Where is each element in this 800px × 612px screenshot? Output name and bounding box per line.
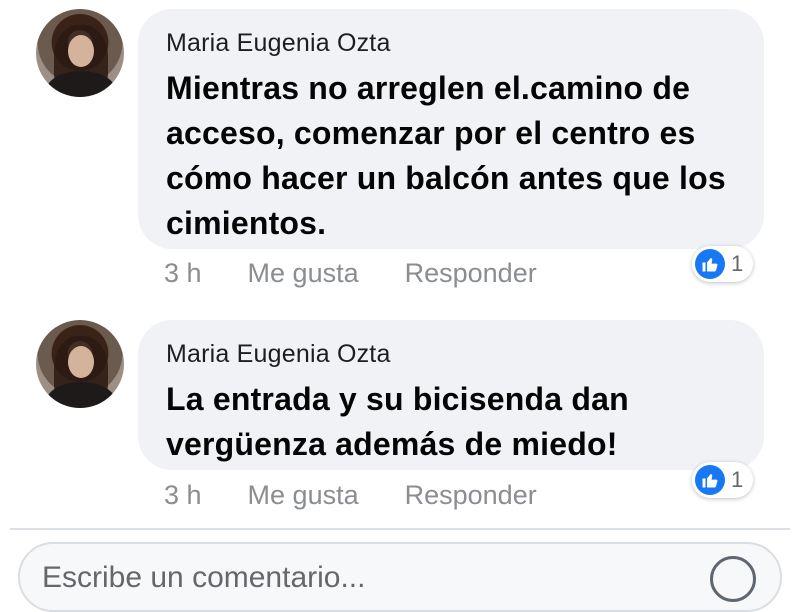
reaction-badge[interactable]: 1 xyxy=(692,462,754,498)
comment-time[interactable]: 3 h xyxy=(164,480,202,511)
divider xyxy=(10,528,790,530)
like-button[interactable]: Me gusta xyxy=(248,258,359,289)
avatar[interactable] xyxy=(36,9,124,97)
comment-bubble: Maria Eugenia Ozta Mientras no arreglen … xyxy=(138,9,764,249)
avatar-face xyxy=(68,35,94,67)
comment-author[interactable]: Maria Eugenia Ozta xyxy=(166,340,736,369)
comment-input[interactable] xyxy=(40,560,684,596)
reaction-count: 1 xyxy=(731,467,744,492)
thumbs-up-icon xyxy=(695,249,725,279)
comment-time[interactable]: 3 h xyxy=(164,258,202,289)
reply-button[interactable]: Responder xyxy=(405,480,537,511)
comment-bubble: Maria Eugenia Ozta La entrada y su bicis… xyxy=(138,320,764,470)
comment-actions: 3 h Me gusta Responder xyxy=(164,258,583,289)
reaction-badge[interactable]: 1 xyxy=(692,246,754,282)
comment-author[interactable]: Maria Eugenia Ozta xyxy=(166,29,736,58)
like-button[interactable]: Me gusta xyxy=(248,480,359,511)
comment-actions: 3 h Me gusta Responder xyxy=(164,480,583,511)
reply-button[interactable]: Responder xyxy=(405,258,537,289)
thumbs-up-icon xyxy=(695,465,725,495)
reaction-count: 1 xyxy=(731,251,744,276)
comment-text: Mientras no arreglen el.camino de acceso… xyxy=(166,70,726,241)
comment-composer[interactable] xyxy=(18,542,782,612)
avatar[interactable] xyxy=(36,320,124,408)
avatar-face xyxy=(68,346,94,378)
comment-text: La entrada y su bicisenda dan vergüenza … xyxy=(166,381,629,462)
emoji-icon[interactable] xyxy=(710,556,756,602)
